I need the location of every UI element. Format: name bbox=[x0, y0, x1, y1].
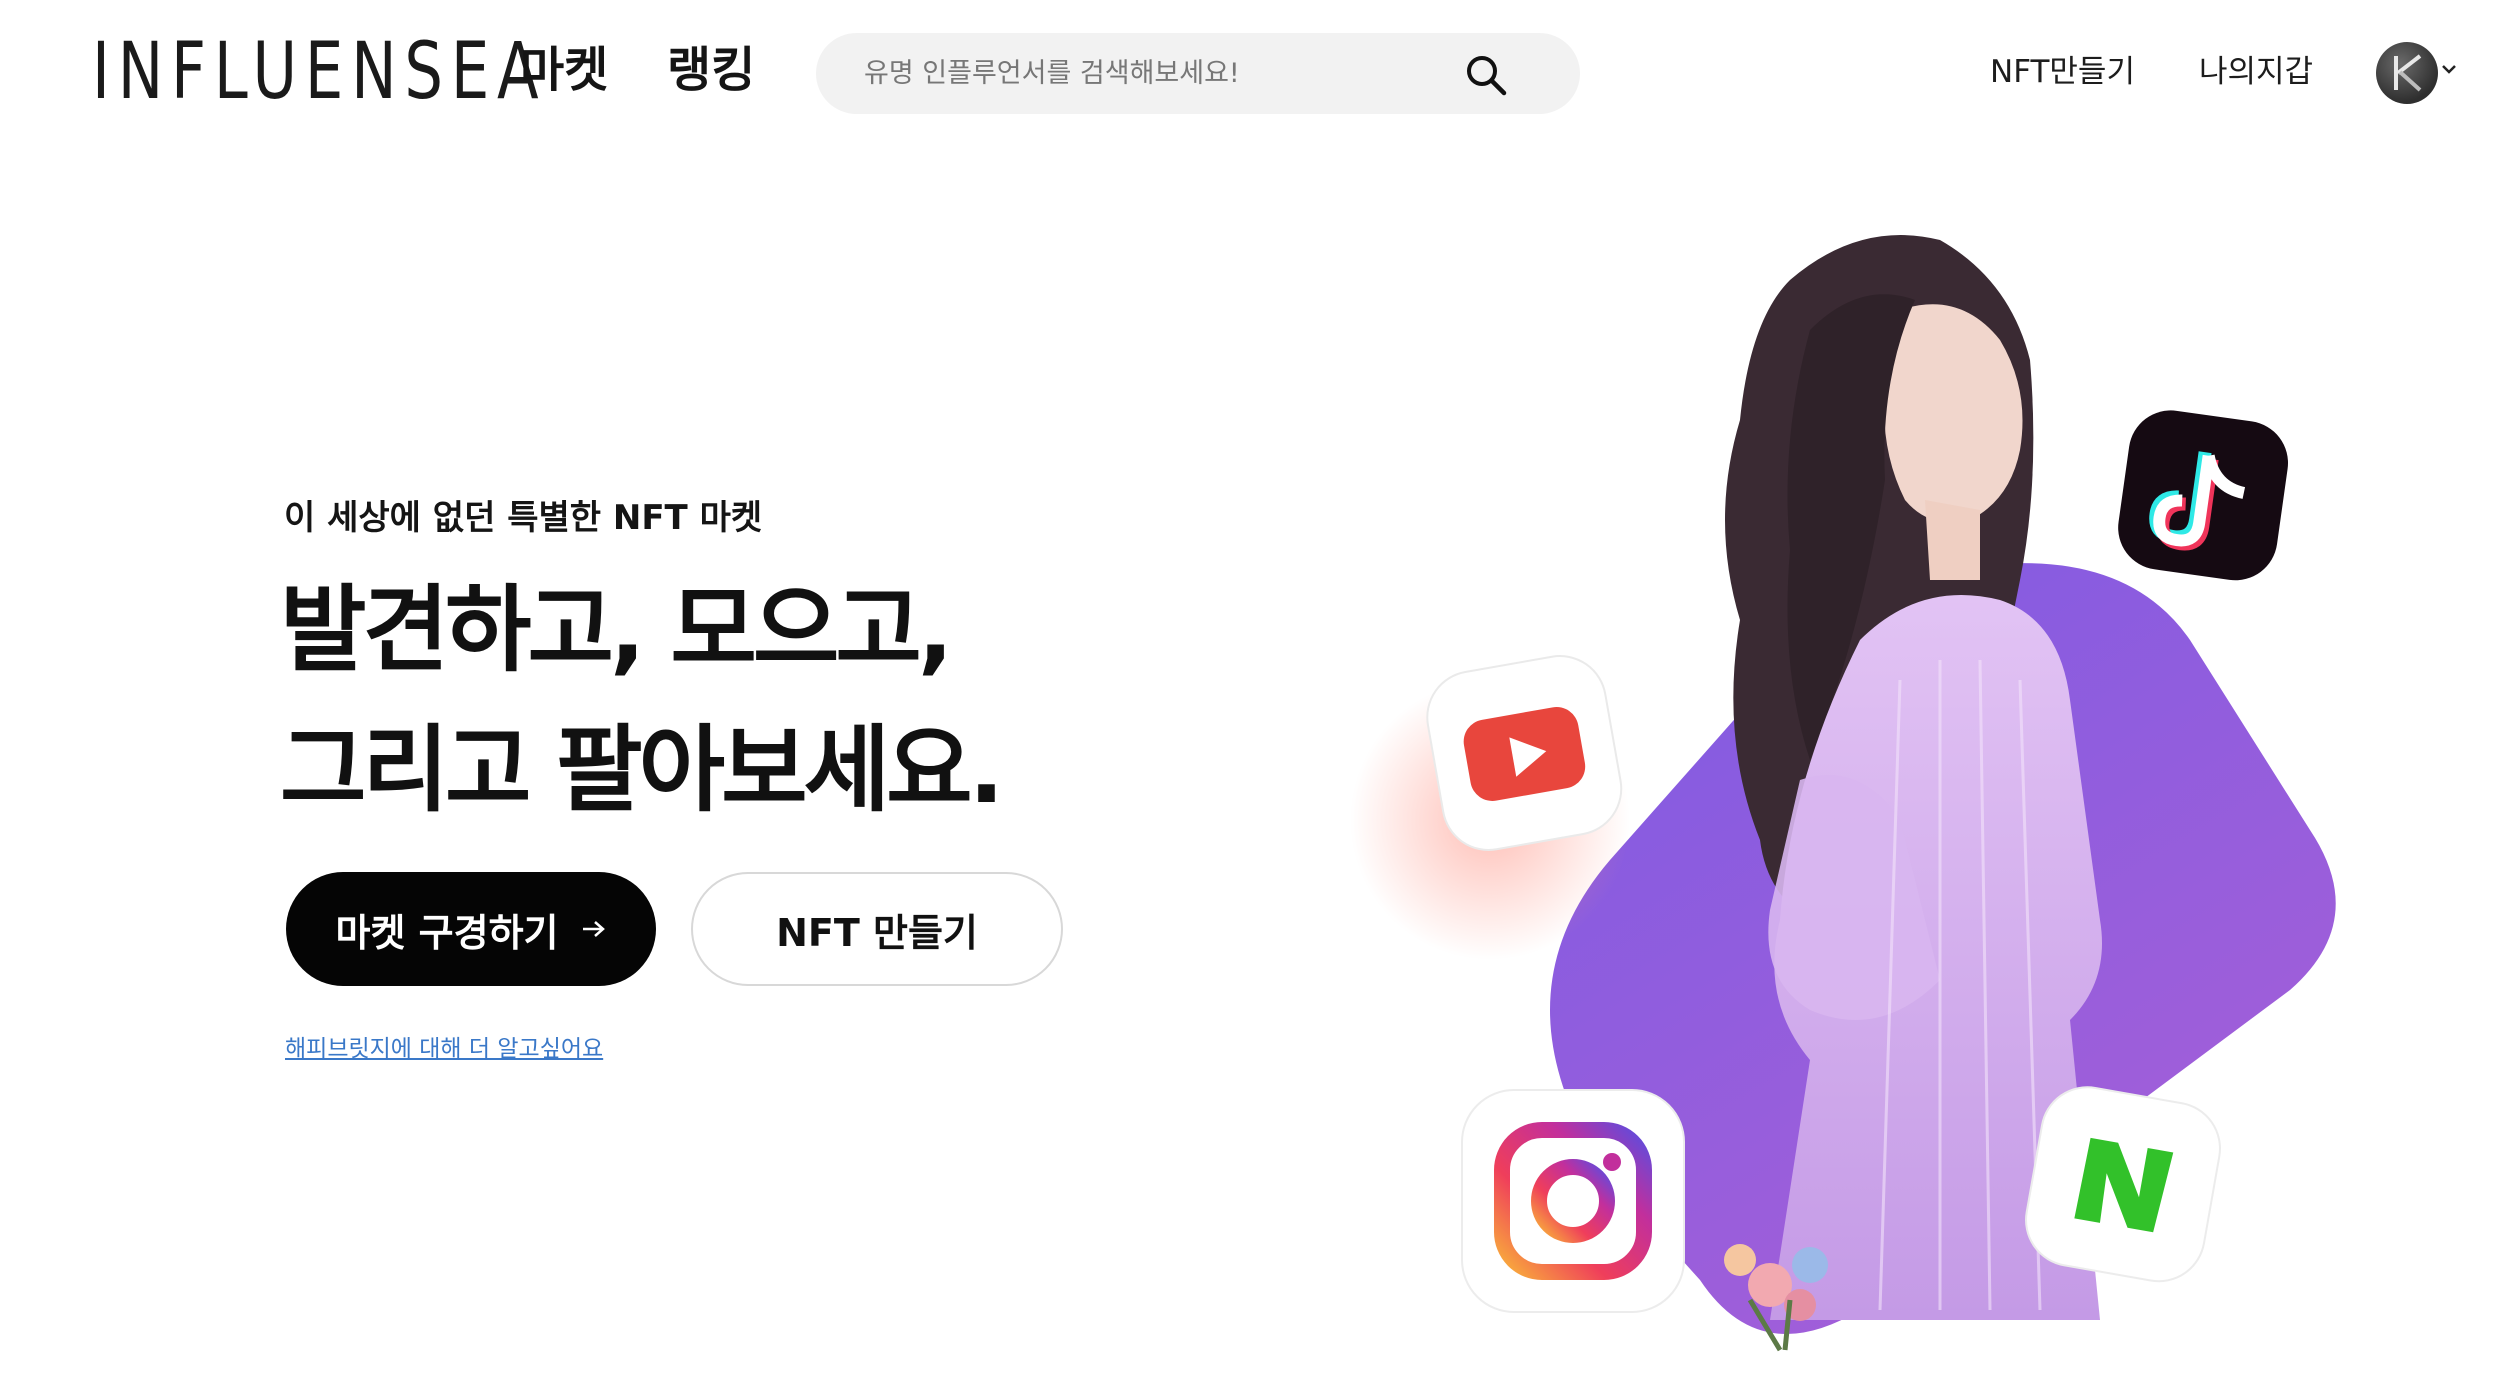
learn-more-link[interactable]: 해피브릿지에 대해 더 알고싶어요 bbox=[285, 1033, 603, 1065]
hero-illustration bbox=[1350, 235, 2336, 1352]
nav-market[interactable]: 마켓 bbox=[520, 40, 608, 100]
arrow-right-icon bbox=[582, 921, 605, 937]
logo[interactable]: INFLUENSEA bbox=[92, 30, 546, 114]
naver-tile bbox=[2025, 1086, 2221, 1283]
chevron-down-icon[interactable] bbox=[2440, 62, 2458, 76]
instagram-tile bbox=[1461, 1089, 1685, 1313]
avatar[interactable] bbox=[2376, 42, 2438, 104]
market-browse-label: 마켓 구경하기 bbox=[335, 910, 559, 955]
search-input[interactable] bbox=[864, 33, 1464, 114]
hero-title-line1: 발견하고, 모으고, bbox=[280, 576, 954, 685]
nft-create-button[interactable]: NFT 만들기 bbox=[691, 872, 1063, 986]
search-icon[interactable] bbox=[1462, 51, 1510, 99]
hero-visual bbox=[1340, 220, 2350, 1360]
youtube-tile bbox=[1426, 655, 1623, 851]
nft-create-link[interactable]: NFT만들기 bbox=[1990, 50, 2135, 94]
nft-create-label: NFT 만들기 bbox=[776, 910, 978, 955]
search-bar bbox=[816, 33, 1580, 114]
nav-ranking[interactable]: 랭킹 bbox=[667, 40, 755, 100]
market-browse-button[interactable]: 마켓 구경하기 bbox=[286, 872, 656, 986]
hero-title-line2: 그리고 팔아보세요. bbox=[280, 716, 1004, 825]
wallet-link[interactable]: 나의지갑 bbox=[2199, 50, 2313, 94]
avatar-k-logo bbox=[2394, 54, 2422, 92]
hero-subtitle: 이 세상에 없던 특별한 NFT 마켓 bbox=[284, 498, 763, 538]
